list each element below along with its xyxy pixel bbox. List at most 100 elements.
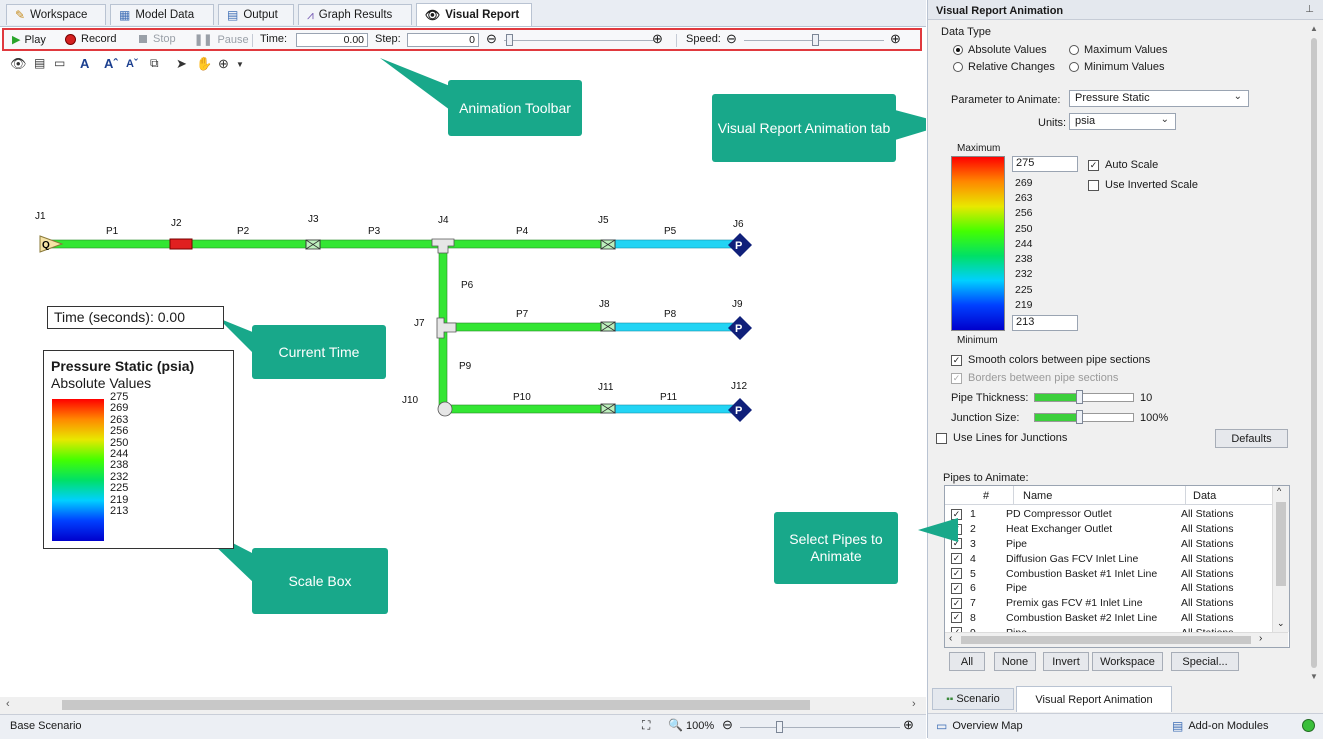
parameter-select[interactable]: Pressure Static ⌄: [1069, 90, 1249, 107]
tab-visual-report-animation[interactable]: Visual Report Animation: [1016, 686, 1172, 712]
junction-j3[interactable]: [305, 239, 321, 250]
horizontal-scrollbar[interactable]: ‹ ›: [0, 697, 926, 714]
scale-value: 225: [1015, 284, 1033, 296]
scale-value: 250: [1015, 223, 1033, 235]
zoom-slider-thumb[interactable]: [776, 721, 783, 733]
pipe-p4[interactable]: [441, 239, 605, 249]
chevron-down-icon: ⌄: [1160, 114, 1169, 125]
pipe-p10[interactable]: [442, 404, 606, 414]
node-label-j4: J4: [438, 215, 449, 226]
overview-map-button[interactable]: ▭ Overview Map: [936, 719, 1023, 733]
checkbox-box: ✓: [951, 372, 962, 384]
table-row[interactable]: ✓ 3 Pipe All Stations: [951, 537, 1234, 552]
junction-j11[interactable]: [600, 403, 616, 414]
row-checkbox[interactable]: ✓: [951, 582, 970, 594]
table-row[interactable]: ✓ 7 Premix gas FCV #1 Inlet Line All Statio…: [951, 596, 1234, 611]
table-row[interactable]: ✓ 8 Combustion Basket #2 Inlet Line All Sta…: [951, 611, 1234, 626]
radio-minimum-values[interactable]: Minimum Values: [1069, 61, 1165, 73]
special-button[interactable]: Special...: [1171, 652, 1239, 671]
pipe-p3[interactable]: [305, 239, 443, 249]
pipe-p8[interactable]: [604, 322, 737, 332]
zoom-level: 100%: [686, 720, 715, 732]
defaults-button[interactable]: Defaults: [1215, 429, 1288, 448]
junction-size-slider[interactable]: [1034, 413, 1134, 422]
scale-box-subtitle: Absolute Values: [51, 375, 152, 391]
row-checkbox[interactable]: ✓: [951, 612, 970, 624]
pipe-thickness-thumb[interactable]: [1076, 390, 1083, 404]
scroll-up-icon[interactable]: ▲: [1310, 24, 1318, 33]
use-lines-checkbox[interactable]: Use Lines for Junctions: [936, 432, 1067, 444]
scrollbar-thumb[interactable]: [1311, 38, 1317, 668]
junction-size-thumb[interactable]: [1076, 410, 1083, 424]
slider-fill: [1035, 394, 1079, 401]
junction-j5[interactable]: [600, 239, 616, 250]
pin-icon[interactable]: ⊥: [1305, 4, 1314, 15]
scroll-left-icon[interactable]: ‹: [6, 698, 10, 710]
max-value-input[interactable]: 275: [1012, 156, 1078, 172]
table-row[interactable]: ✓2Heat Exchanger OutletAll Stations: [951, 522, 1234, 537]
scale-value: 244: [1015, 238, 1033, 250]
color-scale-gradient: [951, 156, 1005, 331]
checkbox-box: ✓: [951, 597, 962, 609]
source-glyph: Q: [42, 240, 50, 251]
row-data: All Stations: [1181, 597, 1234, 610]
scroll-left-icon[interactable]: ‹: [949, 633, 952, 644]
node-label-j1: J1: [35, 211, 46, 222]
table-row[interactable]: ✓ 6 Pipe All Stations: [951, 581, 1234, 596]
scroll-down-icon[interactable]: ▼: [1310, 672, 1318, 681]
table-row[interactable]: ✓ 1 PD Compressor Outlet All Stations: [951, 507, 1234, 522]
node-label-j8: J8: [599, 299, 610, 310]
units-select[interactable]: psia ⌄: [1069, 113, 1176, 130]
data-type-label: Data Type: [941, 26, 991, 38]
none-button[interactable]: None: [994, 652, 1036, 671]
scrollbar-thumb[interactable]: [961, 636, 1251, 644]
row-data: All Stations: [1181, 611, 1234, 624]
row-data: All Stations: [1181, 537, 1234, 550]
junction-j8[interactable]: [600, 321, 616, 332]
pipe-p7[interactable]: [442, 322, 606, 332]
checkbox-box: ✓: [951, 354, 962, 366]
addon-modules-button[interactable]: ▤ Add-on Modules: [1172, 719, 1268, 733]
tab-scenario[interactable]: ▪▪ Scenario: [932, 688, 1014, 710]
pipe-p5[interactable]: [603, 239, 737, 249]
radio-maximum-values[interactable]: Maximum Values: [1069, 44, 1168, 56]
scroll-up-icon[interactable]: ^: [1277, 486, 1281, 496]
fit-view-icon[interactable]: ⛶: [642, 718, 650, 733]
auto-scale-checkbox[interactable]: ✓ Auto Scale: [1088, 159, 1158, 171]
scale-box-title: Pressure Static (psia): [51, 358, 195, 374]
row-checkbox[interactable]: ✓: [951, 597, 970, 609]
workspace-button[interactable]: Workspace: [1092, 652, 1163, 671]
pipe-thickness-slider[interactable]: [1034, 393, 1134, 402]
inverted-scale-checkbox[interactable]: Use Inverted Scale: [1088, 179, 1198, 191]
junction-j10[interactable]: [437, 401, 453, 417]
scroll-right-icon[interactable]: ›: [912, 698, 916, 710]
column-header-name: Name: [1023, 490, 1053, 502]
table-row[interactable]: ✓ 5 Combustion Basket #1 Inlet Line All Sta…: [951, 566, 1234, 581]
panel-vertical-scrollbar[interactable]: ▲ ▼: [1308, 24, 1320, 684]
scrollbar-thumb[interactable]: [1276, 502, 1286, 586]
zoom-slider-track[interactable]: [740, 727, 900, 728]
junction-j2[interactable]: [169, 238, 193, 250]
list-vertical-scrollbar[interactable]: ^ ⌄: [1272, 486, 1289, 632]
all-button[interactable]: All: [949, 652, 985, 671]
zoom-out-icon[interactable]: ⊖: [722, 717, 733, 733]
list-horizontal-scrollbar[interactable]: ‹ ›: [945, 632, 1288, 647]
modules-icon: ▤: [1172, 719, 1184, 733]
borders-checkbox[interactable]: ✓ Borders between pipe sections: [951, 372, 1118, 384]
scroll-down-icon[interactable]: ⌄: [1277, 618, 1285, 629]
min-value-input[interactable]: 213: [1012, 315, 1078, 331]
pipe-label-p6: P6: [461, 280, 474, 291]
table-row[interactable]: ✓ 4 Diffusion Gas FCV Inlet Line All Statio…: [951, 551, 1234, 566]
scrollbar-thumb[interactable]: [62, 700, 810, 710]
zoom-in-icon[interactable]: ⊕: [903, 717, 914, 733]
scroll-right-icon[interactable]: ›: [1259, 633, 1262, 644]
pipe-p11[interactable]: [604, 404, 737, 414]
invert-button[interactable]: Invert: [1043, 652, 1089, 671]
callout-select-pipes: Select Pipes to Animate: [774, 512, 898, 584]
smooth-colors-checkbox[interactable]: ✓ Smooth colors between pipe sections: [951, 354, 1150, 366]
row-checkbox[interactable]: ✓: [951, 568, 970, 580]
radio-relative-changes[interactable]: Relative Changes: [953, 61, 1055, 73]
junction-j4[interactable]: [431, 238, 455, 254]
checkbox-label: Smooth colors between pipe sections: [968, 354, 1151, 366]
radio-absolute-values[interactable]: Absolute Values: [953, 44, 1047, 56]
